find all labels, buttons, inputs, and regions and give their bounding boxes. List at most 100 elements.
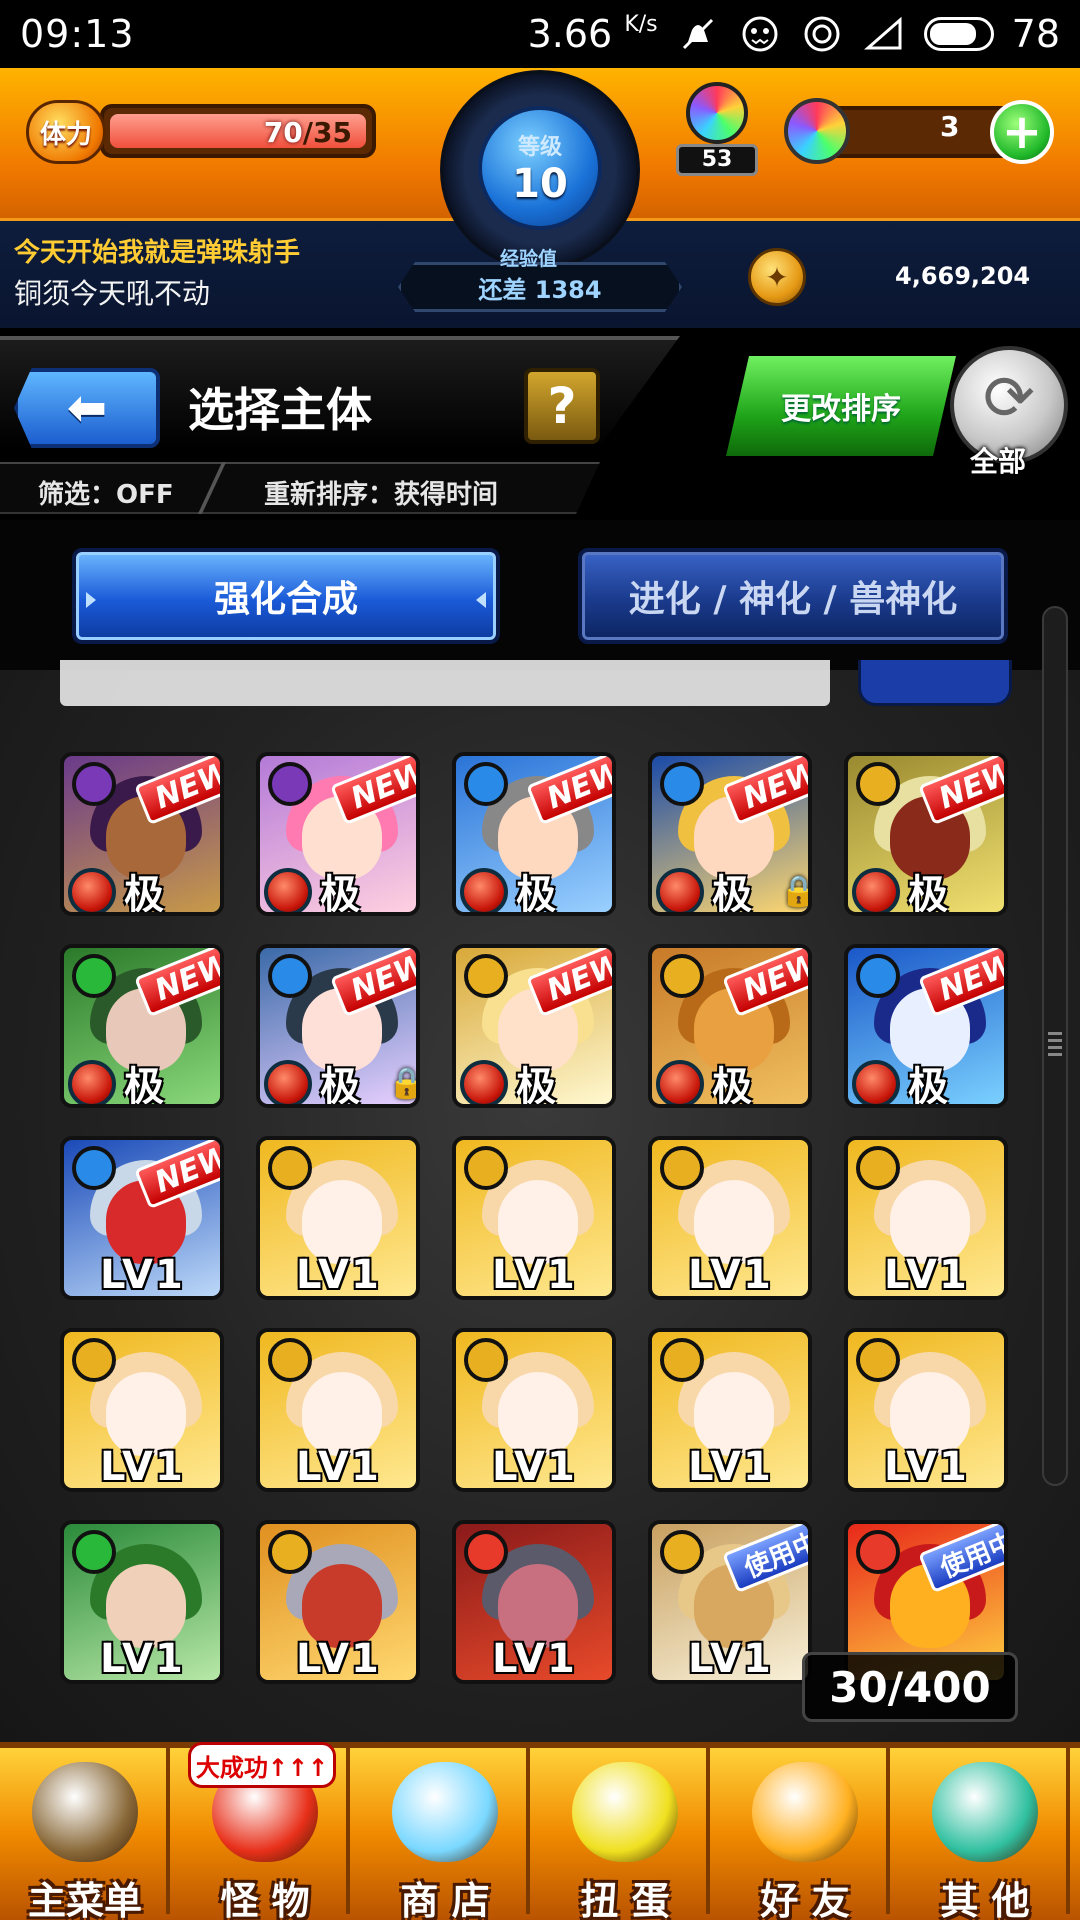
- status-indicators: 3.66 K/s 78: [528, 12, 1060, 56]
- monster-card[interactable]: LV1: [256, 1136, 420, 1300]
- scroll-thumb[interactable]: [1042, 990, 1068, 1098]
- monster-card[interactable]: 极 NEW: [452, 944, 616, 1108]
- monster-card[interactable]: 极 NEW: [648, 944, 812, 1108]
- attribute-icon: [268, 1338, 312, 1382]
- nav-item[interactable]: 商 店: [360, 1748, 530, 1920]
- nav-item[interactable]: 扭 蛋: [540, 1748, 710, 1920]
- back-arrow-icon: ⬅: [66, 380, 108, 436]
- type-orb-icon: [656, 1060, 704, 1104]
- exp-label: 经验值: [500, 248, 558, 270]
- nav-label: 主菜单: [27, 1879, 142, 1920]
- tab-evolve-label: 进化 / 神化 / 兽神化: [628, 579, 958, 620]
- filter-toggle[interactable]: 筛选：OFF: [38, 474, 174, 511]
- level-label: LV1: [884, 1252, 969, 1298]
- rank-label: 极: [516, 1064, 556, 1108]
- rank-label: 极: [712, 872, 752, 916]
- monster-card[interactable]: LV1 NEW: [60, 1136, 224, 1300]
- monster-card[interactable]: LV1: [648, 1136, 812, 1300]
- monster-card[interactable]: 极 NEW: [256, 752, 420, 916]
- type-orb-icon: [68, 1060, 116, 1104]
- page-title: 选择主体: [188, 383, 372, 437]
- stamina-bar: 70/35: [100, 104, 376, 158]
- attribute-icon: [464, 1530, 508, 1574]
- nav-label: 怪 物: [220, 1879, 310, 1920]
- search-button[interactable]: [858, 660, 1012, 706]
- level-label: 等级: [517, 135, 562, 160]
- attribute-icon: [464, 1146, 508, 1190]
- monster-card[interactable]: LV1 使用中: [648, 1520, 812, 1684]
- monster-card[interactable]: 极 NEW: [844, 944, 1008, 1108]
- nav-label: 扭 蛋: [580, 1879, 670, 1920]
- monster-card[interactable]: LV1: [648, 1328, 812, 1492]
- level-badge[interactable]: 等级 10: [478, 106, 602, 230]
- attribute-icon: [72, 762, 116, 806]
- search-input[interactable]: [60, 660, 830, 706]
- attribute-icon: [660, 762, 704, 806]
- type-orb-icon: [264, 868, 312, 912]
- tab-evolve[interactable]: 进化 / 神化 / 兽神化: [578, 548, 1008, 644]
- monster-card[interactable]: LV1: [256, 1520, 420, 1684]
- monster-card[interactable]: LV1: [452, 1328, 616, 1492]
- monster-card[interactable]: LV1: [60, 1328, 224, 1492]
- attribute-icon: [856, 954, 900, 998]
- friends-icon: [752, 1762, 858, 1862]
- rank-label: 极: [320, 872, 360, 916]
- level-label: LV1: [100, 1636, 185, 1682]
- tab-fusion[interactable]: 强化合成: [72, 548, 500, 644]
- attribute-icon: [660, 1146, 704, 1190]
- monster-card[interactable]: LV1: [452, 1136, 616, 1300]
- type-orb-icon: [460, 1060, 508, 1104]
- monster-card[interactable]: 极NEW🔒: [648, 752, 812, 916]
- attribute-icon: [660, 1530, 704, 1574]
- rank-label: 极: [908, 1064, 948, 1108]
- attribute-icon: [72, 954, 116, 998]
- nav-label: 其 他: [940, 1879, 1030, 1920]
- attribute-icon: [268, 1146, 312, 1190]
- nav-item[interactable]: 好 友: [720, 1748, 890, 1920]
- nav-label: 商 店: [400, 1879, 490, 1920]
- level-label: LV1: [884, 1444, 969, 1490]
- monster-card[interactable]: LV1: [60, 1520, 224, 1684]
- attribute-icon: [660, 954, 704, 998]
- level-label: LV1: [296, 1444, 381, 1490]
- lock-icon: 🔒: [780, 874, 808, 909]
- rank-label: 极: [124, 872, 164, 916]
- attribute-icon: [72, 1530, 116, 1574]
- orb-stock[interactable]: 53: [672, 82, 762, 178]
- attribute-icon: [856, 762, 900, 806]
- status-bar: 09:13 3.66 K/s 78: [0, 0, 1080, 68]
- player-name: 铜须今天吼不动: [14, 277, 211, 310]
- network-unit: K/s: [624, 12, 658, 37]
- monster-card[interactable]: 极NEW🔒: [256, 944, 420, 1108]
- type-orb-icon: [460, 868, 508, 912]
- monster-card[interactable]: 极 NEW: [844, 752, 1008, 916]
- monster-card[interactable]: 极 NEW: [452, 752, 616, 916]
- monster-card[interactable]: LV1: [452, 1520, 616, 1684]
- monster-card[interactable]: 极 NEW: [60, 752, 224, 916]
- back-button[interactable]: ⬅: [14, 368, 160, 448]
- signal-4g-icon: [863, 16, 902, 50]
- battery-icon: [923, 17, 994, 51]
- stamina-max: /35: [302, 116, 352, 149]
- monster-card[interactable]: 极 NEW: [60, 944, 224, 1108]
- nav-item[interactable]: 其 他: [900, 1748, 1070, 1920]
- level-label: LV1: [492, 1252, 577, 1298]
- attribute-icon: [856, 1146, 900, 1190]
- add-orb-button[interactable]: +: [990, 100, 1054, 164]
- coin-icon: ✦: [748, 248, 806, 306]
- nav-item[interactable]: 主菜单: [0, 1748, 170, 1920]
- orb-stock-icon: [686, 82, 748, 144]
- nav-label: 好 友: [760, 1879, 850, 1920]
- level-label: LV1: [296, 1636, 381, 1682]
- level-label: LV1: [688, 1252, 773, 1298]
- help-button[interactable]: ?: [524, 368, 600, 444]
- stamina-current: 70: [263, 116, 303, 149]
- monster-card[interactable]: LV1: [256, 1328, 420, 1492]
- monster-card[interactable]: LV1: [844, 1328, 1008, 1492]
- tab-fusion-label: 强化合成: [213, 579, 358, 620]
- type-orb-icon: [264, 1060, 312, 1104]
- type-orb-icon: [68, 868, 116, 912]
- change-sort-button[interactable]: 更改排序: [726, 356, 956, 456]
- monster-card[interactable]: LV1: [844, 1136, 1008, 1300]
- sort-order[interactable]: 重新排序：获得时间: [264, 474, 498, 511]
